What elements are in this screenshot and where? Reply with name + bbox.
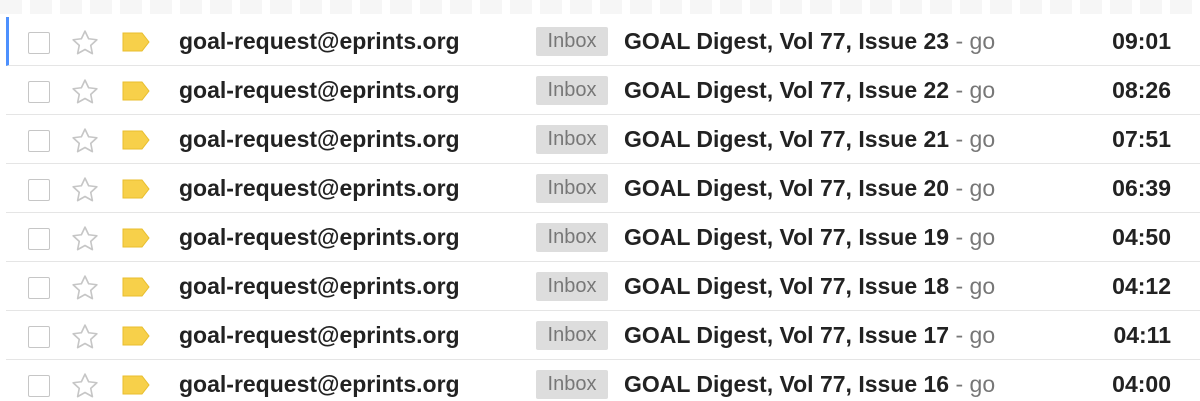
snippet-text: - go (949, 322, 996, 348)
label-marker-icon[interactable] (122, 130, 150, 150)
received-time: 08:26 (1112, 77, 1171, 103)
star-icon[interactable] (70, 322, 100, 352)
label-marker-icon[interactable] (122, 32, 150, 52)
label-marker-icon[interactable] (122, 326, 150, 346)
inbox-label-badge[interactable]: Inbox (536, 223, 608, 252)
received-time: 07:51 (1112, 126, 1171, 152)
sender-name: goal-request@eprints.org (179, 273, 460, 299)
inbox-label-badge[interactable]: Inbox (536, 272, 608, 301)
subject-text: GOAL Digest, Vol 77, Issue 16 (624, 371, 950, 397)
message-row[interactable]: goal-request@eprints.org Inbox GOAL Dige… (6, 360, 1200, 401)
snippet-text: - go (949, 126, 996, 152)
subject-text: GOAL Digest, Vol 77, Issue 20 (624, 175, 950, 201)
subject-line: GOAL Digest, Vol 77, Issue 19 - go (624, 213, 1008, 262)
subject-line: GOAL Digest, Vol 77, Issue 17 - go (624, 311, 1008, 360)
star-icon[interactable] (70, 77, 100, 107)
star-icon[interactable] (70, 175, 100, 205)
snippet-text: - go (949, 273, 996, 299)
subject-line: GOAL Digest, Vol 77, Issue 16 - go (624, 360, 1008, 401)
message-row[interactable]: goal-request@eprints.org Inbox GOAL Dige… (6, 17, 1200, 66)
checkbox-icon[interactable] (28, 179, 50, 201)
snippet-text: - go (949, 28, 996, 54)
snippet-text: - go (949, 224, 996, 250)
sender-name: goal-request@eprints.org (179, 126, 460, 152)
checkbox-icon[interactable] (28, 375, 50, 397)
label-marker-icon[interactable] (122, 179, 150, 199)
received-time: 04:50 (1112, 224, 1171, 250)
message-row[interactable]: goal-request@eprints.org Inbox GOAL Dige… (6, 164, 1200, 213)
sender-name: goal-request@eprints.org (179, 322, 460, 348)
inbox-label-badge[interactable]: Inbox (536, 174, 608, 203)
sender-name: goal-request@eprints.org (179, 77, 460, 103)
message-row[interactable]: goal-request@eprints.org Inbox GOAL Dige… (6, 311, 1200, 360)
sender-name: goal-request@eprints.org (179, 224, 460, 250)
message-list: goal-request@eprints.org Inbox GOAL Dige… (0, 0, 1200, 401)
star-icon[interactable] (70, 28, 100, 58)
subject-line: GOAL Digest, Vol 77, Issue 20 - go (624, 164, 1008, 213)
message-row[interactable]: goal-request@eprints.org Inbox GOAL Dige… (6, 262, 1200, 311)
checkbox-icon[interactable] (28, 130, 50, 152)
received-time: 04:00 (1112, 371, 1171, 397)
checkbox-icon[interactable] (28, 228, 50, 250)
snippet-text: - go (949, 175, 996, 201)
subject-text: GOAL Digest, Vol 77, Issue 17 (624, 322, 950, 348)
subject-text: GOAL Digest, Vol 77, Issue 23 (624, 28, 950, 54)
subject-line: GOAL Digest, Vol 77, Issue 23 - go (624, 17, 1008, 66)
subject-text: GOAL Digest, Vol 77, Issue 18 (624, 273, 950, 299)
label-marker-icon[interactable] (122, 375, 150, 395)
inbox-label-badge[interactable]: Inbox (536, 321, 608, 350)
message-row[interactable]: goal-request@eprints.org Inbox GOAL Dige… (6, 66, 1200, 115)
checkbox-icon[interactable] (28, 32, 50, 54)
sender-name: goal-request@eprints.org (179, 371, 460, 397)
star-icon[interactable] (70, 224, 100, 254)
subject-text: GOAL Digest, Vol 77, Issue 19 (624, 224, 950, 250)
checkbox-icon[interactable] (28, 277, 50, 299)
star-icon[interactable] (70, 126, 100, 156)
received-time: 04:11 (1113, 322, 1171, 348)
received-time: 09:01 (1112, 28, 1171, 54)
subject-line: GOAL Digest, Vol 77, Issue 21 - go (624, 115, 1008, 164)
subject-line: GOAL Digest, Vol 77, Issue 18 - go (624, 262, 1008, 311)
received-time: 06:39 (1112, 175, 1171, 201)
sender-name: goal-request@eprints.org (179, 175, 460, 201)
subject-text: GOAL Digest, Vol 77, Issue 21 (624, 126, 950, 152)
inbox-label-badge[interactable]: Inbox (536, 76, 608, 105)
checkbox-icon[interactable] (28, 81, 50, 103)
subject-line: GOAL Digest, Vol 77, Issue 22 - go (624, 66, 1008, 115)
sender-name: goal-request@eprints.org (179, 28, 460, 54)
message-row[interactable]: goal-request@eprints.org Inbox GOAL Dige… (6, 115, 1200, 164)
label-marker-icon[interactable] (122, 277, 150, 297)
received-time: 04:12 (1112, 273, 1171, 299)
star-icon[interactable] (70, 273, 100, 303)
label-marker-icon[interactable] (122, 228, 150, 248)
subject-text: GOAL Digest, Vol 77, Issue 22 (624, 77, 950, 103)
inbox-label-badge[interactable]: Inbox (536, 125, 608, 154)
inbox-label-badge[interactable]: Inbox (536, 370, 608, 399)
star-icon[interactable] (70, 371, 100, 401)
snippet-text: - go (949, 77, 996, 103)
label-marker-icon[interactable] (122, 81, 150, 101)
checkbox-icon[interactable] (28, 326, 50, 348)
message-row[interactable]: goal-request@eprints.org Inbox GOAL Dige… (6, 213, 1200, 262)
snippet-text: - go (949, 371, 996, 397)
inbox-label-badge[interactable]: Inbox (536, 27, 608, 56)
toolbar-remnant (0, 0, 1200, 14)
